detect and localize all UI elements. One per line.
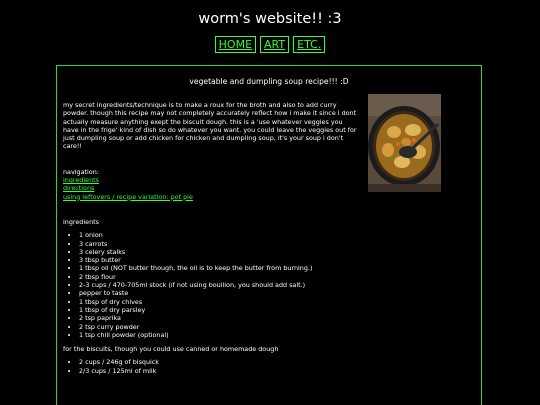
list-item: 3 tbsp butter [79, 256, 359, 264]
recipe-body: my secret ingredients/technique is to ma… [63, 101, 359, 375]
list-item: 1 tbsp of dry chives [79, 298, 359, 306]
list-item: 1 onion [79, 231, 359, 239]
ingredients-link[interactable]: ingredients [63, 176, 359, 184]
leftovers-pot-pie-link[interactable]: using leftovers / recipe variation: pot … [63, 193, 359, 201]
list-item: 2 tbsp flour [79, 273, 359, 281]
list-item: 2 tsp paprika [79, 314, 359, 322]
list-item: 2 cups / 246g of bisquick [79, 358, 359, 366]
ingredients-list: 1 onion 3 carrots 3 celery stalks 3 tbsp… [63, 231, 359, 339]
main-nav: HOME ART ETC. [0, 36, 540, 53]
recipe-navigation: ingredients directions using leftovers /… [63, 176, 359, 201]
list-item: 1 tsp chili powder (optional) [79, 331, 359, 339]
nav-etc-link[interactable]: ETC. [293, 36, 326, 53]
list-item: 1 tbsp oil (NOT butter though, the oil i… [79, 264, 359, 272]
list-item: pepper to taste [79, 289, 359, 297]
biscuit-note: for the biscuits, though you could use c… [63, 345, 279, 354]
list-item: 3 celery stalks [79, 248, 359, 256]
nav-art-link[interactable]: ART [260, 36, 290, 53]
directions-link[interactable]: directions [63, 184, 359, 192]
soup-pot-photo [368, 94, 441, 192]
recipe-title: vegetable and dumpling soup recipe!!! :D [189, 77, 349, 86]
list-item: 2 tsp curry powder [79, 323, 359, 331]
list-item: 1 tbsp of dry parsley [79, 306, 359, 314]
biscuit-ingredients-list: 2 cups / 246g of bisquick 2/3 cups / 125… [63, 358, 359, 375]
navigation-label: navigation: [63, 167, 99, 176]
soup-pot-image [368, 94, 441, 192]
content-box: vegetable and dumpling soup recipe!!! :D… [56, 65, 482, 405]
recipe-intro: my secret ingredients/technique is to ma… [63, 101, 357, 151]
list-item: 2-3 cups / 470-705ml stock (if not using… [79, 281, 359, 289]
list-item: 3 carrots [79, 240, 359, 248]
list-item: 2/3 cups / 125ml of milk [79, 367, 359, 375]
site-title: worm's website!! :3 [198, 11, 342, 27]
ingredients-heading: ingredients [63, 217, 99, 226]
nav-home-link[interactable]: HOME [214, 36, 257, 53]
